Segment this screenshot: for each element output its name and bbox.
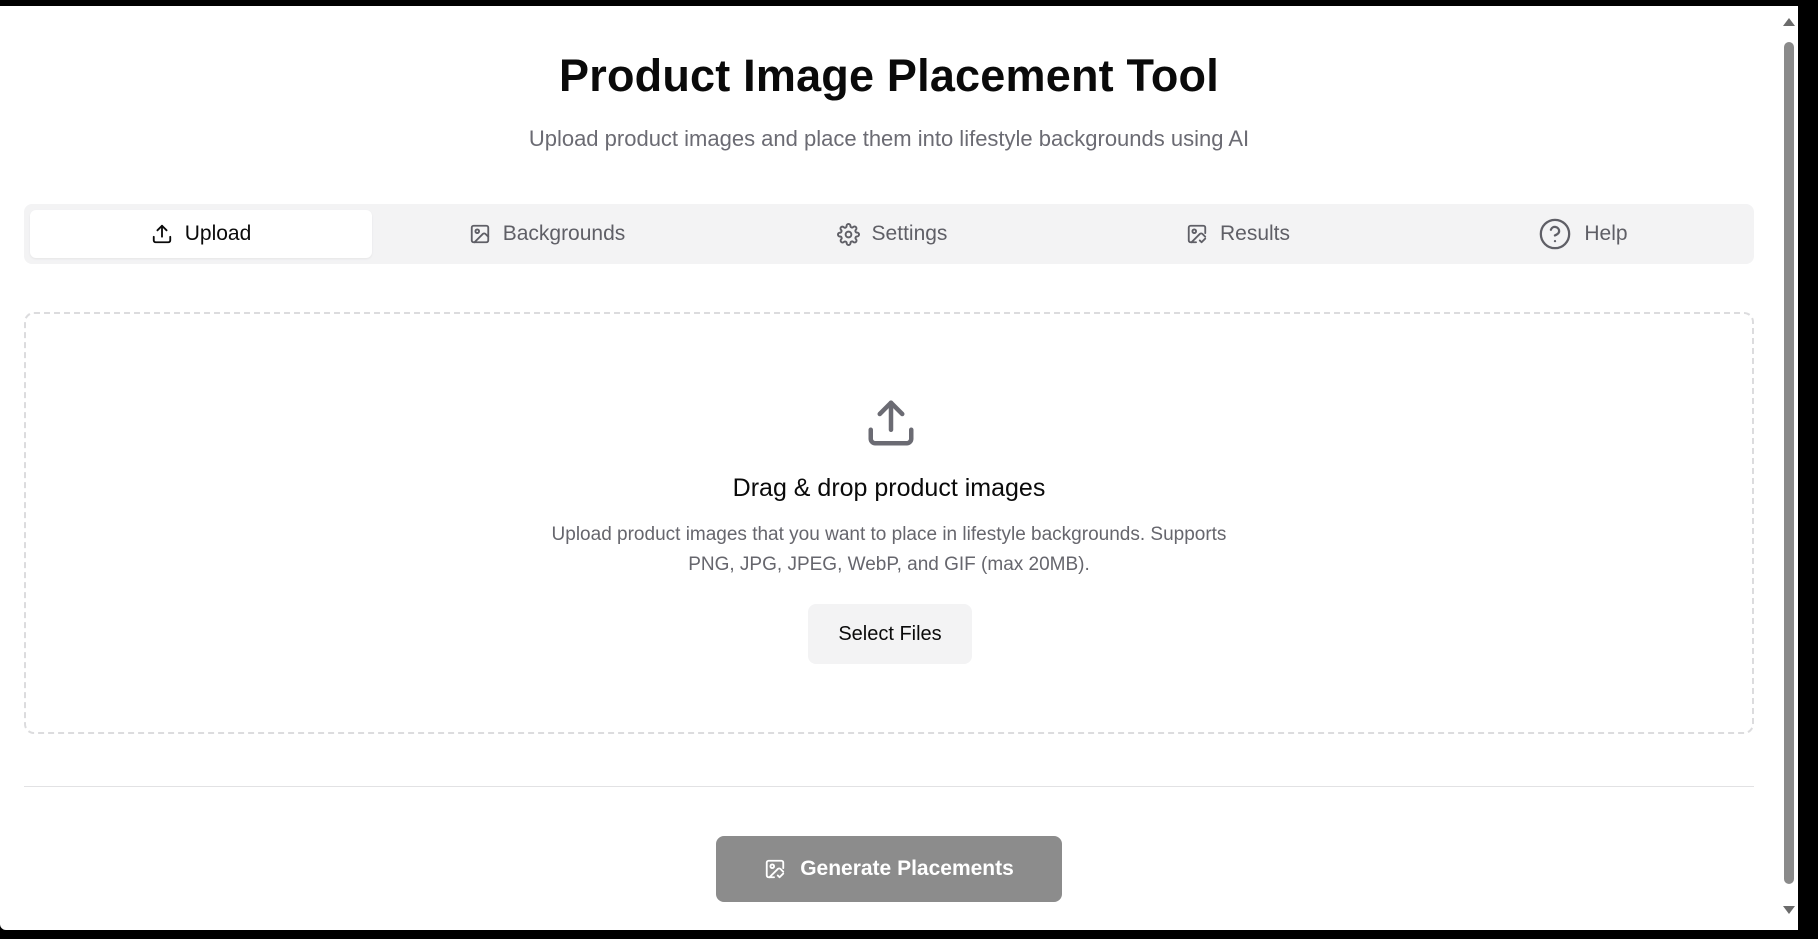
image-check-icon xyxy=(766,859,785,879)
dropzone-description: Upload product images that you want to p… xyxy=(551,524,1227,575)
gear-icon xyxy=(836,222,860,246)
scroll-thumb[interactable] xyxy=(1784,42,1794,884)
tab-upload-label: Upload xyxy=(184,222,252,245)
image-check-icon xyxy=(1187,224,1207,244)
upload-icon xyxy=(152,224,171,244)
tab-settings[interactable]: Settings xyxy=(721,210,1063,258)
tab-results[interactable]: Results xyxy=(1067,210,1409,258)
upload-icon xyxy=(868,400,914,446)
app-window: Product Image Placement Tool Upload prod… xyxy=(0,6,1798,930)
tab-upload[interactable]: Upload xyxy=(30,210,372,258)
tab-results-label: Results xyxy=(1219,222,1291,245)
select-files-button[interactable]: Select Files xyxy=(808,604,972,664)
vertical-scrollbar[interactable] xyxy=(1780,6,1798,930)
file-dropzone[interactable]: Drag & drop product images Upload produc… xyxy=(24,312,1754,734)
tab-backgrounds-label: Backgrounds xyxy=(502,222,626,245)
help-circle-icon xyxy=(1540,218,1571,250)
tab-help-label: Help xyxy=(1584,222,1628,245)
section-divider xyxy=(24,786,1754,787)
generate-placements-label: Generate Placements xyxy=(800,857,1014,880)
tab-help[interactable]: Help xyxy=(1412,210,1754,258)
tab-bar: Upload Backgrounds Settings Results Help xyxy=(24,204,1754,264)
tab-settings-label: Settings xyxy=(871,222,948,245)
scroll-up-icon[interactable] xyxy=(1783,18,1795,26)
scroll-down-icon[interactable] xyxy=(1783,906,1795,914)
page-title: Product Image Placement Tool xyxy=(559,50,1219,101)
image-icon xyxy=(470,224,489,244)
main-content: Product Image Placement Tool Upload prod… xyxy=(24,6,1754,930)
generate-placements-button[interactable]: Generate Placements xyxy=(716,836,1062,902)
dropzone-title: Drag & drop product images xyxy=(732,474,1046,502)
page-subtitle: Upload product images and place them int… xyxy=(528,126,1250,151)
tab-backgrounds[interactable]: Backgrounds xyxy=(376,210,718,258)
